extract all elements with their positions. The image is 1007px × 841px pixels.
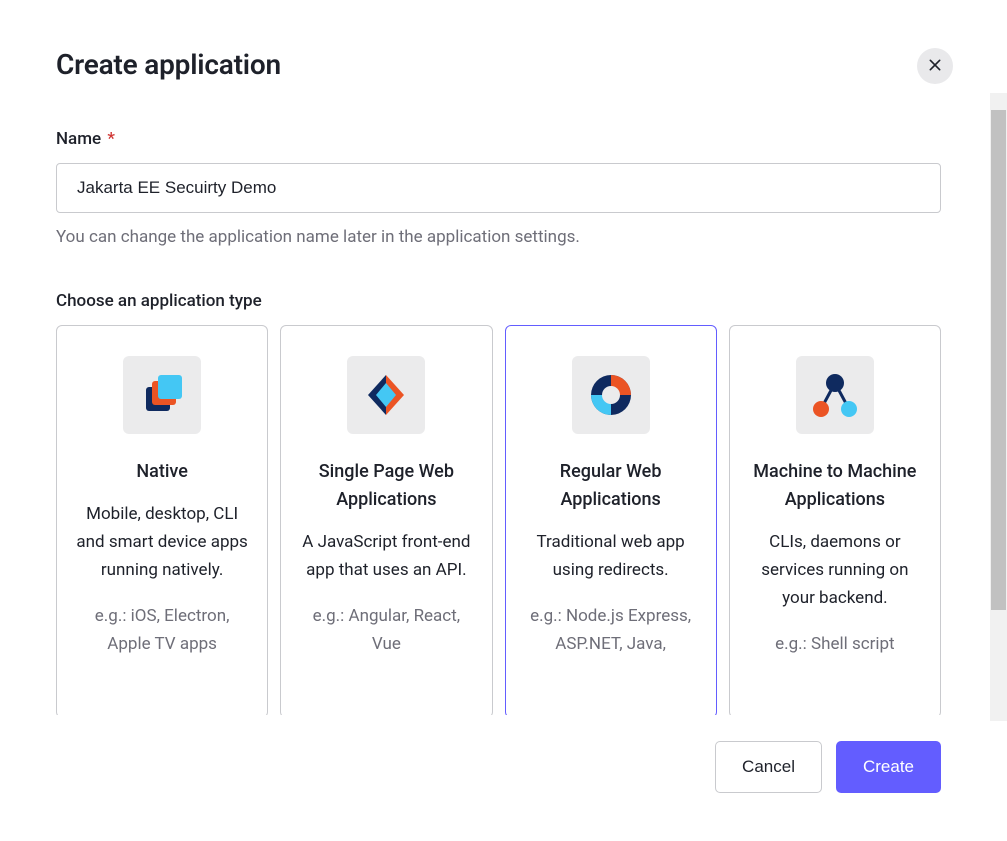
modal-footer: Cancel Create	[8, 715, 989, 841]
card-title: Regular Web Applications	[522, 458, 700, 514]
card-title: Single Page Web Applications	[297, 458, 475, 514]
spa-icon	[347, 356, 425, 434]
create-button[interactable]: Create	[836, 741, 941, 793]
close-button[interactable]	[917, 48, 953, 84]
app-type-card-regular-web[interactable]: Regular Web Applications Traditional web…	[505, 325, 717, 715]
app-type-grid: Native Mobile, desktop, CLI and smart de…	[56, 325, 941, 715]
modal-body: Name * You can change the application na…	[8, 81, 989, 715]
name-label: Name *	[56, 129, 941, 149]
create-application-modal: Create application Name * You can change…	[8, 0, 989, 841]
name-label-text: Name	[56, 129, 101, 149]
close-icon	[927, 57, 943, 76]
m2m-icon	[796, 356, 874, 434]
name-input[interactable]	[56, 163, 941, 213]
card-example: e.g.: iOS, Electron, Apple TV apps	[73, 602, 251, 658]
name-help-text: You can change the application name late…	[56, 227, 941, 247]
scrollbar[interactable]	[990, 110, 1007, 721]
card-desc: A JavaScript front-end app that uses an …	[297, 528, 475, 584]
app-type-card-spa[interactable]: Single Page Web Applications A JavaScrip…	[280, 325, 492, 715]
card-desc: Mobile, desktop, CLI and smart device ap…	[73, 500, 251, 584]
card-example: e.g.: Node.js Express, ASP.NET, Java,	[522, 602, 700, 658]
card-title: Machine to Machine Applications	[746, 458, 924, 514]
native-icon	[123, 356, 201, 434]
required-indicator: *	[107, 129, 115, 149]
scrollbar-thumb[interactable]	[991, 110, 1006, 610]
card-title: Native	[73, 458, 251, 486]
modal-title: Create application	[56, 48, 941, 81]
modal-header: Create application	[8, 0, 989, 81]
regular-web-icon	[572, 356, 650, 434]
cancel-button[interactable]: Cancel	[715, 741, 822, 793]
card-example: e.g.: Shell script	[746, 630, 924, 658]
card-desc: Traditional web app using redirects.	[522, 528, 700, 584]
card-example: e.g.: Angular, React, Vue	[297, 602, 475, 658]
app-type-card-m2m[interactable]: Machine to Machine Applications CLIs, da…	[729, 325, 941, 715]
app-type-card-native[interactable]: Native Mobile, desktop, CLI and smart de…	[56, 325, 268, 715]
card-desc: CLIs, daemons or services running on you…	[746, 528, 924, 612]
app-type-label: Choose an application type	[56, 291, 941, 311]
